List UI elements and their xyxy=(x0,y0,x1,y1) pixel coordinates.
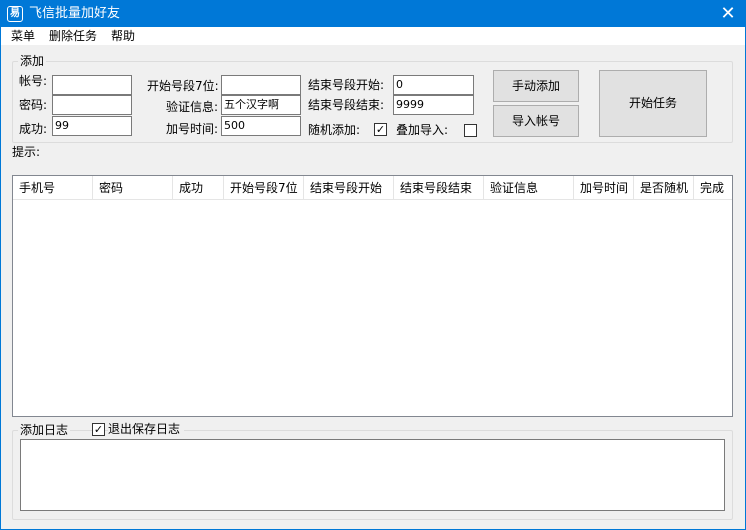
column-header-phone[interactable]: 手机号 xyxy=(13,176,93,200)
hint-label: 提示: xyxy=(12,145,41,159)
menu-item-menu[interactable]: 菜单 xyxy=(11,28,35,44)
start7-label: 开始号段7位: xyxy=(147,79,219,93)
verify-input[interactable]: 五个汉字啊 xyxy=(221,95,301,115)
password-label: 密码: xyxy=(19,98,48,112)
manual-add-button[interactable]: 手动添加 xyxy=(493,70,579,102)
verify-label: 验证信息: xyxy=(166,100,219,114)
account-input[interactable] xyxy=(52,75,132,95)
task-list-header: 手机号 密码 成功 开始号段7位 结束号段开始 结束号段结束 验证信息 加号时间… xyxy=(13,176,732,200)
log-textarea[interactable] xyxy=(20,439,725,511)
title-bar: 易 飞信批量加好友 ✕ xyxy=(1,1,745,27)
menu-item-help[interactable]: 帮助 xyxy=(111,28,135,44)
close-button[interactable]: ✕ xyxy=(711,1,745,27)
stack-import-label: 叠加导入: xyxy=(396,123,449,137)
random-add-checkbox[interactable]: ✓ xyxy=(374,123,387,136)
success-label: 成功: xyxy=(19,122,48,136)
log-group-label: 添加日志 xyxy=(18,423,71,437)
column-header-end-end[interactable]: 结束号段结束 xyxy=(394,176,484,200)
column-header-random[interactable]: 是否随机 xyxy=(634,176,694,200)
interval-label: 加号时间: xyxy=(166,122,219,136)
end-end-input[interactable]: 9999 xyxy=(393,95,474,115)
menu-bar: 菜单 删除任务 帮助 xyxy=(1,27,745,45)
end-start-input[interactable]: 0 xyxy=(393,75,474,95)
column-header-end-start[interactable]: 结束号段开始 xyxy=(304,176,394,200)
column-header-success[interactable]: 成功 xyxy=(173,176,224,200)
end-end-label: 结束号段结束: xyxy=(308,98,385,112)
window-title: 飞信批量加好友 xyxy=(29,6,121,21)
column-header-verify[interactable]: 验证信息 xyxy=(484,176,574,200)
column-header-start7[interactable]: 开始号段7位 xyxy=(224,176,304,200)
password-input[interactable] xyxy=(52,95,132,115)
column-header-interval[interactable]: 加号时间 xyxy=(574,176,634,200)
stack-import-checkbox[interactable] xyxy=(464,124,477,137)
import-accounts-button[interactable]: 导入帐号 xyxy=(493,105,579,137)
interval-input[interactable]: 500 xyxy=(221,116,301,136)
menu-item-delete-task[interactable]: 删除任务 xyxy=(49,28,97,44)
save-log-on-exit-checkbox[interactable]: ✓ xyxy=(92,423,105,436)
main-window: 易 飞信批量加好友 ✕ 菜单 删除任务 帮助 添加 帐号: 密码: 成功: 99… xyxy=(0,0,746,530)
app-icon: 易 xyxy=(7,6,23,22)
column-header-done[interactable]: 完成 xyxy=(694,176,732,200)
start7-input[interactable] xyxy=(221,75,301,95)
add-group-label: 添加 xyxy=(18,54,47,68)
end-start-label: 结束号段开始: xyxy=(308,78,385,92)
column-header-password[interactable]: 密码 xyxy=(93,176,173,200)
start-task-button[interactable]: 开始任务 xyxy=(599,70,707,137)
save-log-on-exit-label: 退出保存日志 xyxy=(108,421,185,437)
success-input[interactable]: 99 xyxy=(52,116,132,136)
task-list[interactable]: 手机号 密码 成功 开始号段7位 结束号段开始 结束号段结束 验证信息 加号时间… xyxy=(12,175,733,417)
account-label: 帐号: xyxy=(19,74,48,88)
random-add-label: 随机添加: xyxy=(308,123,361,137)
